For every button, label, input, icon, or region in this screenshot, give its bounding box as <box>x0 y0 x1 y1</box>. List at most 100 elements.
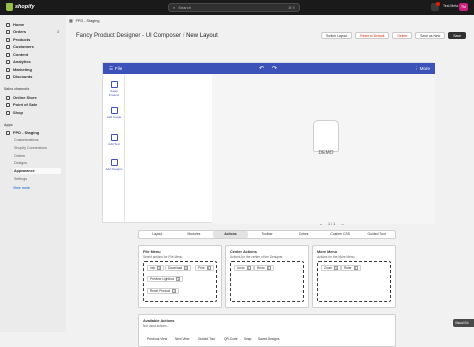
person-icon <box>6 44 10 49</box>
tab-guided-tour[interactable]: Guided Tour <box>359 231 394 238</box>
sidebar-item-fpd-staging[interactable]: FPD - Staging <box>4 129 62 136</box>
sidebar-item-orders[interactable]: Orders 3 <box>4 28 62 35</box>
available-action-chip[interactable]: Snap <box>242 335 253 342</box>
store-name[interactable]: Test Meta <box>443 4 458 8</box>
tab-actions[interactable]: Actions <box>213 231 248 238</box>
remove-icon[interactable]: x <box>334 266 339 270</box>
sidebar-item-customers[interactable]: Customers <box>4 43 62 50</box>
delete-button[interactable]: Delete <box>392 32 413 39</box>
chip-label: Undo <box>237 266 245 270</box>
reset-to-default-button[interactable]: Reset to Default <box>355 32 390 39</box>
tab-colors[interactable]: Colors <box>286 231 321 238</box>
available-action-chip[interactable]: Previous View <box>145 335 169 342</box>
search-input[interactable]: ⌕ Search ⌘ K <box>168 3 300 12</box>
sidebar-item-point-of-sale[interactable]: Point of Sale <box>4 101 62 108</box>
swap-product-tool[interactable]: Swap Product <box>105 81 123 97</box>
shopify-logo[interactable]: shopify <box>6 3 35 11</box>
app-icon <box>6 130 10 135</box>
sidebar-item-label: Customers <box>13 44 34 49</box>
tab-layout[interactable]: Layout <box>140 231 175 238</box>
remove-icon[interactable]: x <box>246 266 251 270</box>
action-chip[interactable]: Reset Product x <box>147 288 180 294</box>
pager-text: 1 / 1 <box>328 222 336 226</box>
avatar[interactable]: TM <box>459 3 468 11</box>
available-action-chip[interactable]: Next View <box>173 335 191 342</box>
notification-bell-icon[interactable] <box>431 2 440 11</box>
prev-view-icon[interactable]: ← <box>318 221 324 227</box>
add-text-tool[interactable]: Add Text <box>105 134 123 146</box>
sidebar-subitem-customizations[interactable]: Customizations <box>13 137 61 143</box>
action-chip[interactable]: Preview Lightbox x <box>147 276 184 282</box>
add-designs-tool[interactable]: Add Designs <box>105 159 123 171</box>
action-chip[interactable]: Ruler x <box>341 265 361 271</box>
remove-icon[interactable]: x <box>172 289 177 293</box>
design-canvas[interactable]: DEMO ← 1 / 1 → <box>212 74 435 227</box>
remove-icon[interactable]: x <box>184 266 189 270</box>
save-as-new-button[interactable]: Save as New <box>415 32 446 39</box>
sidebar-item-label: FPD - Staging <box>13 130 40 135</box>
tab-modules[interactable]: Modules <box>177 231 212 238</box>
sidebar-subitem-appearance[interactable]: Appearance <box>13 168 61 174</box>
sidebar-item-label: Online Store <box>13 95 37 100</box>
remove-icon[interactable]: x <box>157 266 162 270</box>
sidebar-item-home[interactable]: Home <box>4 21 62 28</box>
sidebar-subitem-designs[interactable]: Designs <box>13 160 61 166</box>
sidebar-item-marketing[interactable]: Marketing <box>4 66 62 73</box>
file-menu-button[interactable]: ☰ File <box>109 66 122 72</box>
sidebar-item-online-store[interactable]: Online Store <box>4 94 62 101</box>
redo-icon[interactable]: ↷ <box>272 65 277 72</box>
action-chip[interactable]: Download x <box>165 265 192 271</box>
more-label: More <box>419 65 430 71</box>
orders-icon <box>6 29 10 34</box>
remove-icon[interactable]: x <box>206 266 211 270</box>
sidebar-subitem-settings[interactable]: Settings <box>13 176 61 182</box>
action-chip[interactable]: Zoom x <box>321 265 342 271</box>
next-view-icon[interactable]: → <box>339 221 345 227</box>
action-chip[interactable]: Undo x <box>234 265 254 271</box>
sidebar-subitem-orders[interactable]: Orders <box>13 153 61 159</box>
notification-dot <box>436 2 440 6</box>
search-placeholder: Search <box>178 5 191 10</box>
app-grid-icon[interactable]: ▦ <box>69 18 73 23</box>
sidebar-item-analytics[interactable]: Analytics <box>4 58 62 65</box>
file-menu-dropzone[interactable]: Info x Download x Print x Preview Lightbox x… <box>143 261 217 302</box>
more-menu-button[interactable]: ⋮ More <box>414 66 430 72</box>
sidebar-item-products[interactable]: Products <box>4 36 62 43</box>
save-button[interactable]: Save <box>448 32 466 39</box>
tab-custom-css[interactable]: Custom CSS <box>323 231 358 238</box>
sidebar-item-content[interactable]: Content <box>4 51 62 58</box>
switch-layout-button[interactable]: Switch Layout <box>321 32 353 39</box>
remove-icon[interactable]: x <box>266 266 271 270</box>
remove-icon[interactable]: x <box>353 266 358 270</box>
available-actions-panel: Available Actions Not used actions. Prev… <box>138 314 396 347</box>
add-image-tool[interactable]: Add Image <box>105 107 123 119</box>
undo-icon[interactable]: ↶ <box>259 65 264 72</box>
remove-icon[interactable]: x <box>176 277 181 281</box>
shopify-bag-icon <box>6 3 13 11</box>
sidebar-item-discounts[interactable]: Discounts <box>4 73 62 80</box>
visual-editor-tab[interactable]: Visual Ed <box>453 319 474 327</box>
sidebar-item-label: Discounts <box>13 74 33 79</box>
image-icon <box>110 107 118 114</box>
text-icon <box>110 134 118 141</box>
available-action-chip[interactable]: Guided Tour <box>196 335 217 342</box>
action-chip[interactable]: Info x <box>147 265 165 271</box>
more-menu-dropzone[interactable]: Zoom x Ruler x <box>317 261 391 302</box>
chart-icon <box>6 59 10 64</box>
available-action-chip[interactable]: Saved Designs <box>256 335 281 342</box>
tab-toolbar[interactable]: Toolbar <box>250 231 285 238</box>
center-actions-dropzone[interactable]: Undo x Redo x <box>230 261 304 302</box>
target-icon <box>6 67 10 72</box>
action-chip[interactable]: Print x <box>195 265 214 271</box>
sidebar-item-shop[interactable]: Shop <box>4 109 62 116</box>
available-action-chip[interactable]: QR-Code <box>222 335 239 342</box>
chip-label: Ruler <box>344 266 352 270</box>
sidebar-item-label: Orders <box>13 29 27 34</box>
sidebar-item-label: Content <box>13 52 29 57</box>
breadcrumb-app[interactable]: FPD - Staging <box>76 19 100 23</box>
tool-label: Add Designs <box>105 167 123 171</box>
page-title-text: Fancy Product Designer - UI Composer <box>76 32 182 39</box>
view-more-link[interactable]: View more <box>13 186 30 190</box>
action-chip[interactable]: Redo x <box>254 265 274 271</box>
sidebar-subitem-shopify-connections[interactable]: Shopify Connections <box>13 145 61 151</box>
